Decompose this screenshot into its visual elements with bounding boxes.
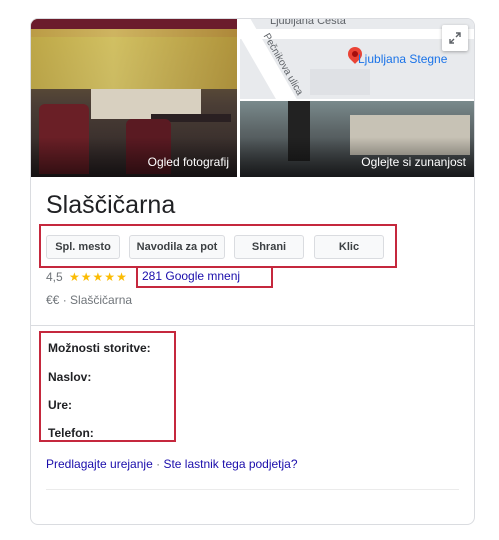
rating-stars-icon: ★★★★★: [69, 270, 128, 284]
rating-value: 4,5: [46, 270, 63, 284]
exterior-photo[interactable]: Oglejte si zunanjost: [240, 101, 474, 177]
photo-strip: Ogled fotografij Ljubljana Cesta Pečniko…: [31, 19, 474, 177]
bottom-divider: [46, 489, 459, 490]
info-fields-highlight: Možnosti storitve: Naslov: Ure: Telefon:: [39, 331, 176, 442]
map-street-top: Ljubljana Cesta: [270, 19, 346, 27]
price-category-row: €€ · Slaščičarna: [46, 293, 133, 307]
business-panel: Ogled fotografij Ljubljana Cesta Pečniko…: [30, 18, 475, 525]
save-button[interactable]: Shrani: [234, 235, 304, 259]
call-button[interactable]: Klic: [314, 235, 384, 259]
footer-links: Predlagajte urejanje · Ste lastnik tega …: [46, 457, 298, 471]
phone-label: Telefon:: [48, 426, 94, 440]
map-place-label: Ljubljana Stegne: [358, 52, 448, 66]
map-thumbnail[interactable]: Ljubljana Cesta Pečnikova ulica Ljubljan…: [240, 19, 474, 99]
service-options-label: Možnosti storitve:: [48, 341, 151, 355]
view-photos-caption: Ogled fotografij: [147, 155, 229, 169]
business-category: Slaščičarna: [70, 293, 133, 307]
expand-icon[interactable]: [442, 25, 468, 51]
view-exterior-caption: Oglejte si zunanjost: [361, 155, 466, 169]
divider: [31, 325, 474, 326]
owner-claim-link[interactable]: Ste lastnik tega podjetja?: [163, 457, 297, 471]
suggest-edit-link[interactable]: Predlagajte urejanje: [46, 457, 153, 471]
business-name: Slaščičarna: [46, 191, 176, 219]
price-level: €€: [46, 293, 60, 307]
rating-row: 4,5 ★★★★★: [46, 270, 128, 284]
interior-photo[interactable]: Ogled fotografij: [31, 19, 237, 177]
action-buttons-highlight: Spl. mesto Navodila za pot Shrani Klic: [39, 224, 397, 268]
reviews-link[interactable]: 281 Google mnenj: [142, 269, 240, 283]
reviews-highlight: 281 Google mnenj: [136, 266, 273, 288]
address-label: Naslov:: [48, 370, 92, 384]
website-button[interactable]: Spl. mesto: [46, 235, 120, 259]
hours-label: Ure:: [48, 398, 73, 412]
directions-button[interactable]: Navodila za pot: [129, 235, 225, 259]
